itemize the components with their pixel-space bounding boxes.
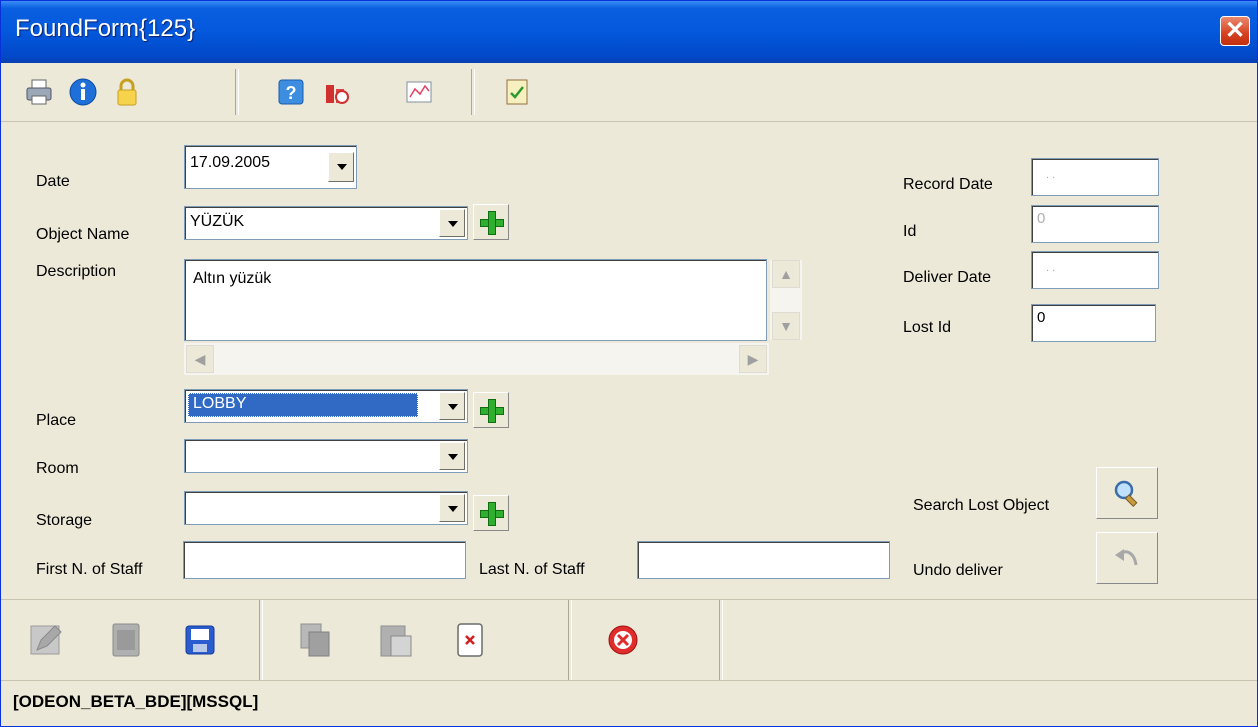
chart-icon[interactable] [403,76,435,108]
record-date-input[interactable]: . . [1031,158,1159,196]
copy-icon[interactable] [291,616,339,664]
close-button[interactable]: ✕ [1220,16,1250,46]
description-textarea[interactable]: Altın yüzük [184,259,767,341]
date-label: Date [36,173,70,190]
record-date-value: . . [1046,169,1056,181]
date-dropdown-button[interactable] [328,152,354,182]
deliver-date-input[interactable]: . . [1031,251,1159,289]
undo-deliver-label: Undo deliver [913,562,1003,579]
description-horizontal-scrollbar[interactable]: ◀ ▶ [184,343,769,375]
id-label: Id [903,223,917,240]
status-text: [ODEON_BETA_BDE][MSSQL] [13,692,259,711]
storage-combo[interactable] [184,491,468,525]
scroll-right-button[interactable]: ▶ [739,345,767,373]
add-storage-button[interactable] [473,495,509,531]
lock-icon[interactable] [111,76,143,108]
chart-delete-icon[interactable] [321,76,353,108]
search-lost-object-label: Search Lost Object [913,497,1050,514]
room-combo[interactable] [184,439,468,473]
place-label: Place [36,412,77,429]
storage-dropdown-button[interactable] [439,494,465,522]
printer-icon[interactable] [23,76,55,108]
bottom-separator [568,600,572,680]
scroll-left-button[interactable]: ◀ [186,345,214,373]
record-date-label: Record Date [903,176,993,193]
place-dropdown-button[interactable] [439,392,465,420]
title-bar: FoundForm{125} ✕ [1,1,1257,63]
description-value: Altın yüzük [193,270,272,287]
first-name-staff-label: First N. of Staff [36,561,143,578]
date-value: 17.09.2005 [190,154,271,171]
date-picker[interactable]: 17.09.2005 [184,145,357,189]
magnifier-icon [1114,480,1138,508]
id-input[interactable]: 0 [1031,205,1159,243]
description-vertical-scrollbar[interactable]: ▲ ▼ [770,260,802,340]
edit-icon[interactable] [21,616,69,664]
room-label: Room [36,460,79,477]
window-title: FoundForm{125} [15,15,196,42]
place-combo[interactable]: LOBBY [184,389,468,423]
lost-id-label: Lost Id [903,319,952,336]
save-icon[interactable] [176,616,224,664]
add-place-button[interactable] [473,392,509,428]
bottom-separator [259,600,263,680]
cancel-icon[interactable] [599,616,647,664]
lost-id-value: 0 [1037,309,1046,326]
info-icon[interactable] [67,76,99,108]
storage-label: Storage [36,512,93,529]
description-label: Description [36,263,117,280]
lost-id-input[interactable]: 0 [1031,304,1156,342]
id-value: 0 [1037,210,1046,227]
new-record-icon[interactable] [101,616,149,664]
object-name-combo[interactable]: YÜZÜK [184,206,468,240]
add-object-button[interactable] [473,204,509,240]
toolbar-separator [235,69,239,115]
status-bar: [ODEON_BETA_BDE][MSSQL] [1,680,1257,726]
first-name-staff-input[interactable] [183,541,466,579]
bottom-toolbar [1,599,1257,681]
undo-deliver-button[interactable] [1096,532,1158,584]
report-icon[interactable] [501,76,533,108]
deliver-date-label: Deliver Date [903,269,992,286]
found-form-window: FoundForm{125} ✕ ? Date 17.09.2005 Objec… [0,0,1258,727]
svg-text:?: ? [286,83,297,103]
search-lost-object-button[interactable] [1096,467,1158,519]
help-icon[interactable]: ? [275,76,307,108]
object-name-label: Object Name [36,226,130,243]
toolbar-separator [471,69,475,115]
undo-icon [1115,549,1138,566]
object-name-value: YÜZÜK [190,213,245,230]
delete-icon[interactable] [446,616,494,664]
place-value: LOBBY [188,393,418,417]
top-toolbar: ? [1,63,1257,122]
bottom-separator [719,600,723,680]
room-dropdown-button[interactable] [439,442,465,470]
last-name-staff-input[interactable] [637,541,890,579]
object-name-dropdown-button[interactable] [439,209,465,237]
last-name-staff-label: Last N. of Staff [479,561,585,578]
scroll-up-button[interactable]: ▲ [772,260,800,288]
scroll-down-button[interactable]: ▼ [772,312,800,340]
paste-icon[interactable] [371,616,419,664]
deliver-date-value: . . [1046,262,1056,274]
